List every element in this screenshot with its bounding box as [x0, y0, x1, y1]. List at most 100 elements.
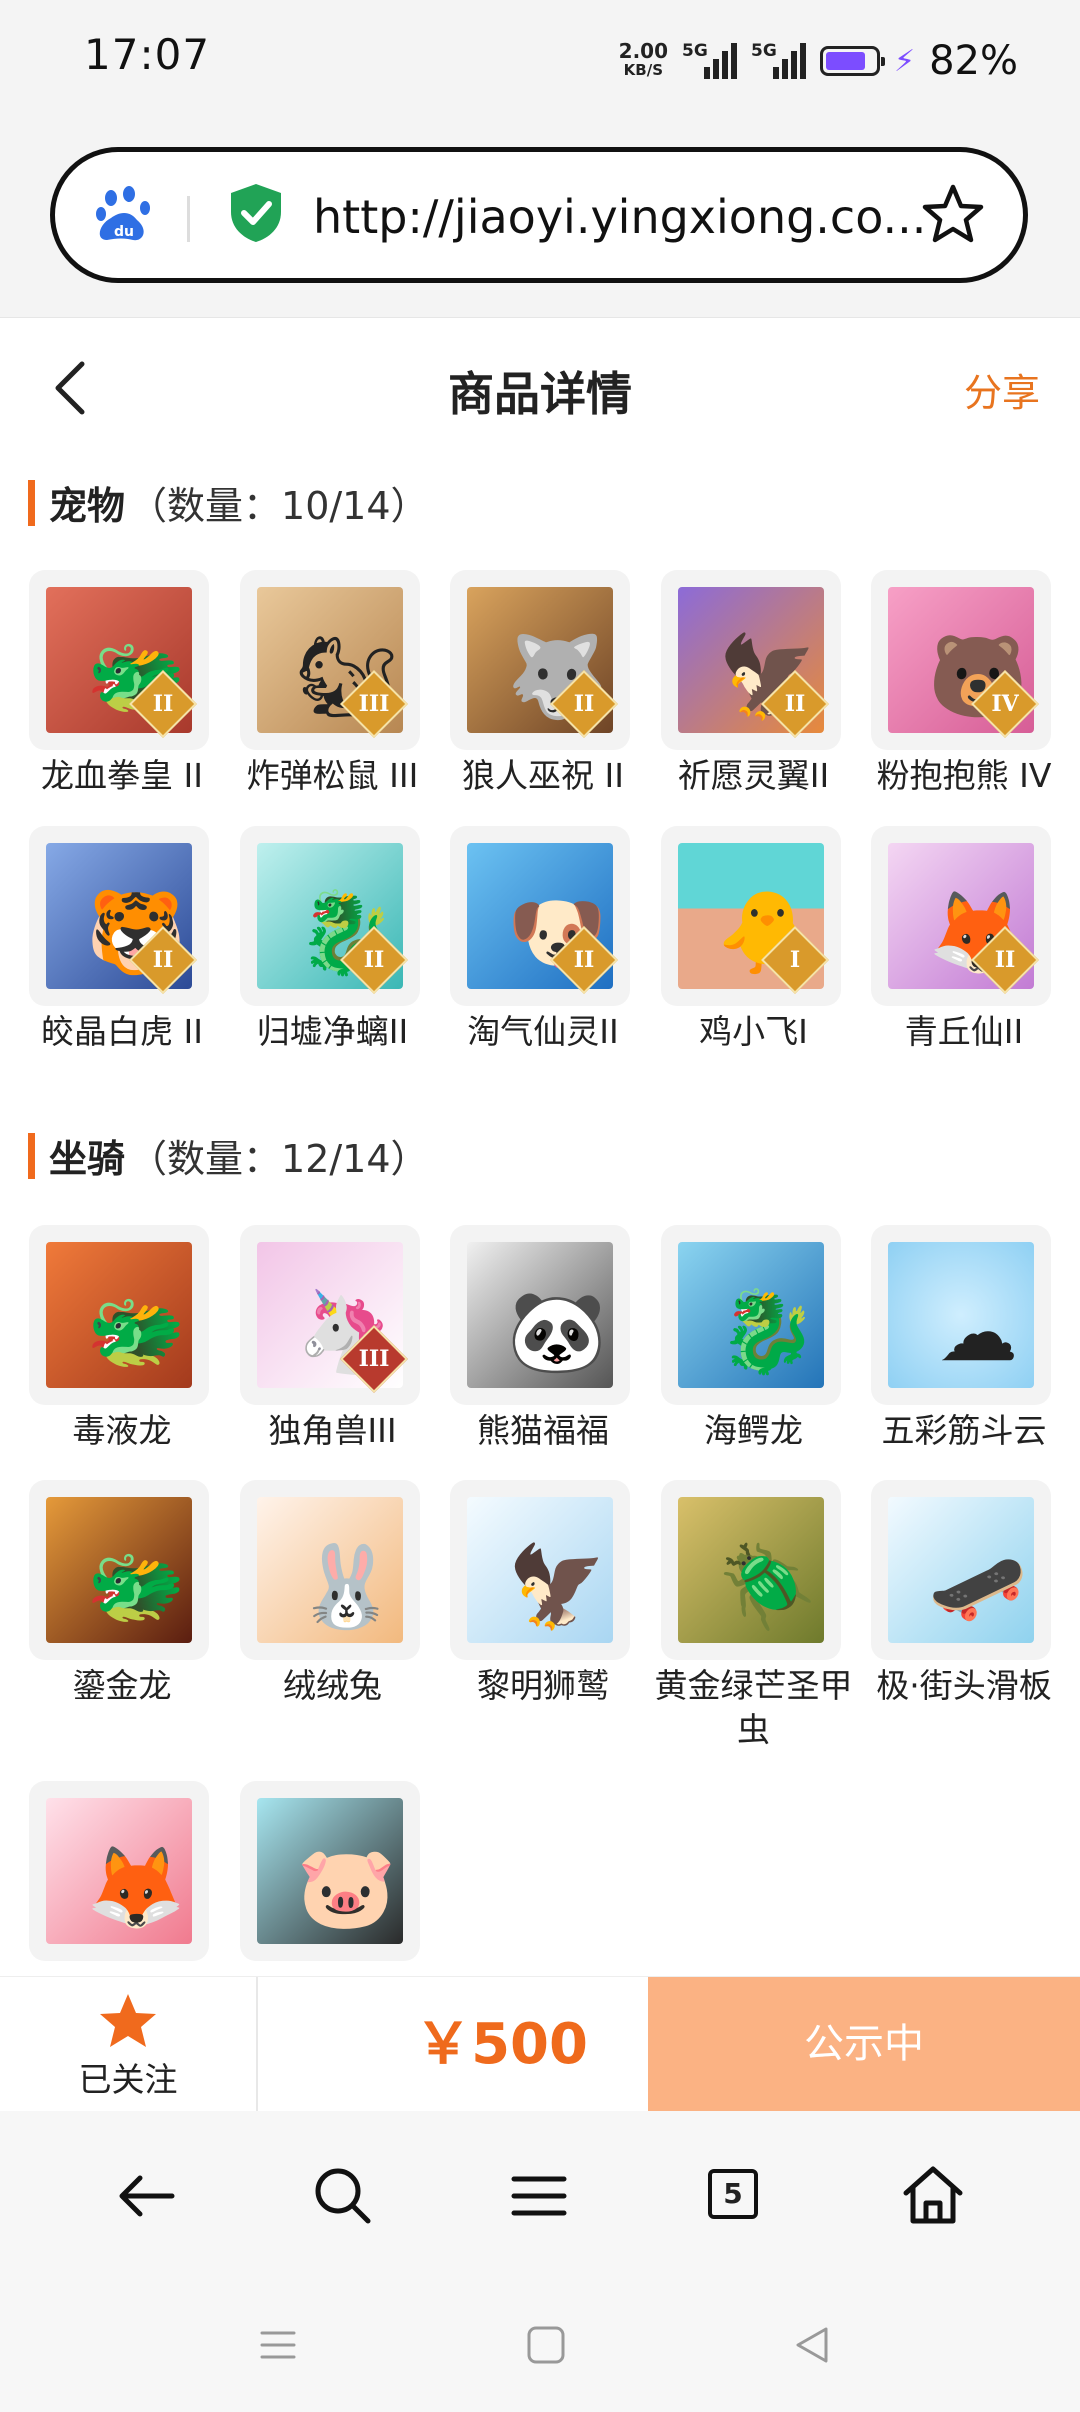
item-thumbnail: 🛹: [871, 1480, 1051, 1660]
status-bar: 17:07 2.00 KB/S 5G 5G ⚡ 82%: [0, 0, 1080, 125]
home-icon[interactable]: [898, 2161, 968, 2231]
url-divider: [187, 196, 190, 242]
item-label: 龙血拳皇 II: [41, 756, 203, 795]
publicity-status-button[interactable]: 公示中: [648, 1977, 1080, 2112]
address-bar[interactable]: du http://jiaoyi.yingxiong.co...: [50, 147, 1028, 283]
mount-item[interactable]: 🐲 毒液龙: [28, 1225, 218, 1453]
follow-label: 已关注: [78, 2060, 178, 2099]
browser-nav-bar: 5: [0, 2111, 1080, 2281]
panda-icon: 🐼: [467, 1242, 613, 1388]
item-thumbnail: 🐺 II: [450, 570, 630, 750]
signal-icon-sim1: 5G: [682, 41, 738, 79]
item-label: 青丘仙II: [904, 1012, 1024, 1051]
item-label: 黄金绿芒圣甲虫: [654, 1666, 853, 1749]
section-accent-bar: [28, 1132, 35, 1179]
pet-item[interactable]: 🐲 II 龙血拳皇 II: [28, 570, 218, 798]
sea-dragon-icon: 🐉: [677, 1242, 824, 1388]
tier-badge-label: II: [573, 947, 595, 973]
search-icon[interactable]: [308, 2161, 378, 2231]
pet-item[interactable]: 🐶 II 淘气仙灵II: [449, 826, 639, 1054]
mount-item[interactable]: 🪲 黄金绿芒圣甲虫: [655, 1480, 853, 1752]
price-value: ￥500: [415, 2012, 588, 2077]
item-label: 炸弹松鼠 III: [246, 756, 419, 795]
tier-badge-label: II: [784, 691, 805, 717]
tier-badge-label: II: [994, 947, 1016, 973]
pet-item[interactable]: 🦊 II 青丘仙II: [870, 826, 1060, 1054]
network-speed: 2.00 KB/S: [618, 39, 669, 79]
pet-item[interactable]: 🐻 IV 粉抱抱熊 IV: [870, 570, 1060, 798]
item-thumbnail: 🦅: [450, 1480, 630, 1660]
item-thumbnail: 🐥 I: [660, 826, 841, 1006]
system-nav-bar: [0, 2281, 1080, 2412]
item-thumbnail: 🐉: [660, 1225, 841, 1405]
item-thumbnail: 🐲: [29, 1480, 209, 1660]
pet-item[interactable]: 🐉 II 归墟净螭II: [239, 826, 429, 1054]
back-arrow-icon[interactable]: [112, 2161, 182, 2231]
tier-badge-label: I: [789, 947, 800, 973]
section-accent-bar: [28, 479, 35, 526]
page-header: 商品详情 分享: [0, 318, 1080, 458]
mount-item[interactable]: 🐰 绒绒兔: [239, 1480, 429, 1708]
follow-button[interactable]: 已关注: [0, 1977, 258, 2112]
tier-badge-label: III: [358, 1346, 389, 1372]
bookmark-star-icon[interactable]: [921, 182, 985, 246]
tier-badge-label: IV: [991, 691, 1019, 717]
rabbit-icon: 🐰: [256, 1497, 403, 1643]
venom-dragon-icon: 🐲: [46, 1242, 192, 1388]
item-label: 归墟净螭II: [256, 1012, 409, 1051]
pet-item[interactable]: 🐯 II 皎晶白虎 II: [28, 826, 218, 1054]
followed-star-icon: [100, 1994, 156, 2047]
mount-item[interactable]: 🐼 熊猫福福: [449, 1225, 639, 1453]
item-label: 五彩筋斗云: [881, 1411, 1047, 1450]
recents-icon[interactable]: [256, 2323, 300, 2367]
browser-toolbar: du http://jiaoyi.yingxiong.co...: [0, 125, 1080, 318]
tabs-count-icon[interactable]: 5: [708, 2169, 758, 2219]
mount-item[interactable]: 🦅 黎明狮鹫: [449, 1480, 639, 1708]
pet-item[interactable]: 🐺 II 狼人巫祝 II: [449, 570, 639, 798]
signal-icon-sim2: 5G: [751, 41, 807, 79]
mount-item[interactable]: 🦄 III 独角兽III: [239, 1225, 429, 1453]
pet-item[interactable]: 🦅 II 祈愿灵翼II: [660, 570, 850, 798]
scarab-icon: 🪲: [677, 1497, 824, 1643]
item-thumbnail: 🐲: [29, 1225, 209, 1405]
mount-item[interactable]: 🐷: [239, 1781, 429, 1965]
tier-badge-label: III: [358, 691, 389, 717]
item-label: 毒液龙: [72, 1411, 172, 1450]
back-triangle-icon[interactable]: [790, 2323, 834, 2367]
mount-item[interactable]: 🐲 鎏金龙: [28, 1480, 218, 1708]
item-thumbnail: 🐲 II: [29, 570, 209, 750]
item-label: 皎晶白虎 II: [41, 1012, 203, 1051]
item-thumbnail: ☁: [871, 1225, 1051, 1405]
item-label: 海鳄龙: [704, 1411, 803, 1450]
item-label: 粉抱抱熊 IV: [876, 756, 1052, 795]
status-time: 17:07: [84, 30, 211, 79]
item-thumbnail: 🐼: [450, 1225, 630, 1405]
battery-percent: 82%: [929, 38, 1018, 84]
item-label: 鸡小飞I: [699, 1012, 808, 1051]
item-label: 祈愿灵翼II: [677, 756, 830, 795]
home-square-icon[interactable]: [524, 2323, 568, 2367]
pet-item[interactable]: 🐿 III 炸弹松鼠 III: [239, 570, 429, 798]
item-label: 鎏金龙: [72, 1666, 172, 1705]
url-text[interactable]: http://jiaoyi.yingxiong.co...: [313, 190, 933, 244]
item-thumbnail: 🐉 II: [239, 826, 420, 1006]
item-label: 淘气仙灵II: [467, 1012, 619, 1051]
mount-item[interactable]: ☁ 五彩筋斗云: [870, 1225, 1052, 1453]
mount-item[interactable]: 🦊: [28, 1781, 218, 1965]
pet-item[interactable]: 🐥 I 鸡小飞I: [660, 826, 850, 1054]
mounts-section-title: 坐骑 （数量：12/14）: [28, 1128, 429, 1183]
item-label: 熊猫福福: [477, 1411, 609, 1450]
svg-text:du: du: [114, 224, 134, 240]
menu-icon[interactable]: [504, 2161, 574, 2231]
purchase-action-bar: 已关注 ￥500 公示中: [0, 1976, 1080, 2112]
item-thumbnail: 🦅 II: [660, 570, 841, 750]
skateboard-icon: 🛹: [888, 1497, 1034, 1643]
mount-item[interactable]: 🐉 海鳄龙: [660, 1225, 850, 1453]
share-button[interactable]: 分享: [964, 362, 1040, 417]
mount-item[interactable]: 🛹 极·街头滑板: [870, 1480, 1052, 1708]
baidu-paw-icon[interactable]: du: [93, 184, 155, 246]
item-thumbnail: 🪲: [660, 1480, 841, 1660]
tier-badge-label: II: [152, 947, 174, 973]
tier-badge-label: II: [573, 691, 595, 717]
secure-shield-icon: [231, 184, 281, 242]
